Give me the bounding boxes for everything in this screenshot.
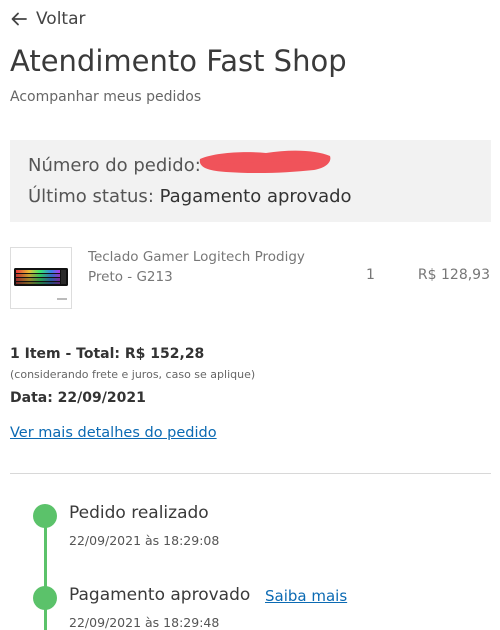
product-quantity: 1 xyxy=(366,267,375,283)
timeline-time-ordered: 22/09/2021 às 18:29:08 xyxy=(69,533,220,548)
order-date: Data: 22/09/2021 xyxy=(10,390,146,406)
timeline-dot-payment xyxy=(33,586,57,610)
order-number-label: Número do pedido: xyxy=(28,155,201,176)
timeline-line xyxy=(44,520,47,630)
product-name[interactable]: Teclado Gamer Logitech Prodigy Preto - G… xyxy=(88,247,318,287)
product-image[interactable] xyxy=(10,247,72,309)
divider xyxy=(10,473,491,474)
order-status-box: Número do pedido: Último status: Pagamen… xyxy=(10,140,491,222)
page-subtitle: Acompanhar meus pedidos xyxy=(10,89,202,105)
last-status-line: Último status: Pagamento aprovado xyxy=(28,186,352,207)
product-price: R$ 128,93 xyxy=(417,267,490,283)
timeline-dot-ordered xyxy=(33,504,57,528)
keyboard-image xyxy=(14,268,68,300)
order-number-redaction xyxy=(199,150,331,174)
back-label: Voltar xyxy=(36,9,86,29)
timeline-label-ordered: Pedido realizado xyxy=(69,503,209,523)
last-status-value: Pagamento aprovado xyxy=(159,186,352,207)
last-status-label: Último status: xyxy=(28,186,154,207)
page-title: Atendimento Fast Shop xyxy=(10,44,347,78)
timeline-label-payment: Pagamento aprovado xyxy=(69,585,251,605)
timeline-time-payment: 22/09/2021 às 18:29:48 xyxy=(69,615,220,630)
learn-more-link[interactable]: Saiba mais xyxy=(265,587,347,605)
order-details-link[interactable]: Ver mais detalhes do pedido xyxy=(10,425,217,441)
order-total-note: (considerando frete e juros, caso se apl… xyxy=(10,368,256,381)
back-button[interactable]: Voltar xyxy=(10,6,86,32)
arrow-left-icon xyxy=(11,12,27,26)
order-total: 1 Item - Total: R$ 152,28 xyxy=(10,346,205,362)
order-number-line: Número do pedido: xyxy=(28,155,201,176)
